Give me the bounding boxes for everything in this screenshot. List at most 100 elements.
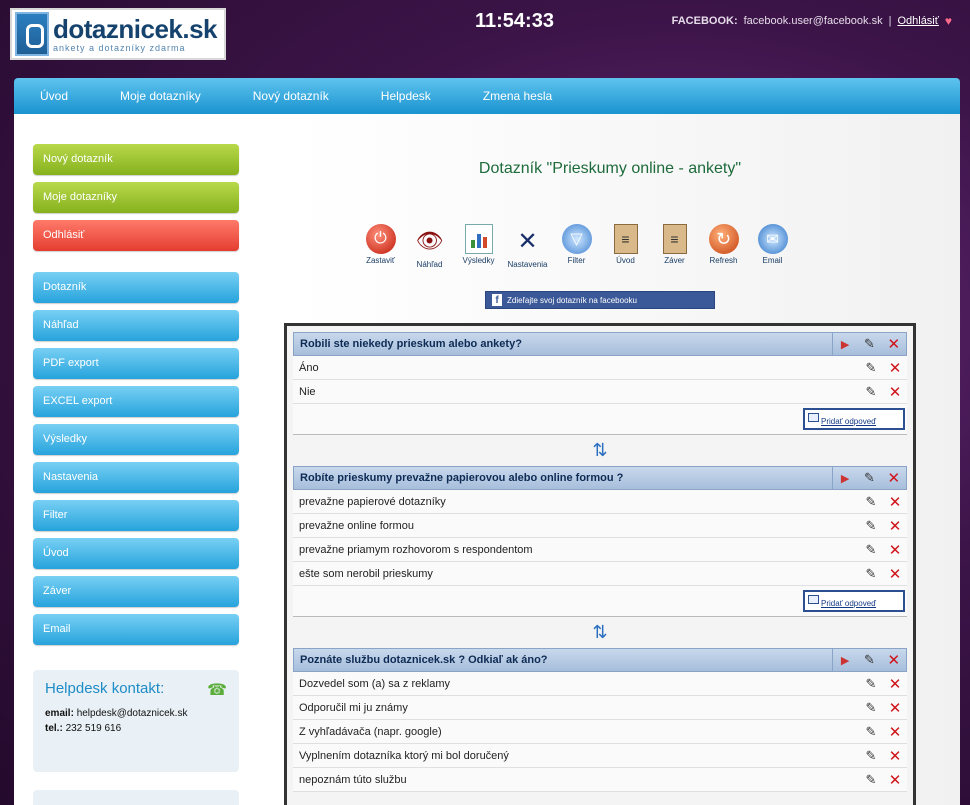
edit-icon[interactable]: ✎	[863, 360, 879, 376]
refresh-icon: ↻	[708, 224, 739, 254]
delete-icon[interactable]: ✕	[886, 652, 902, 669]
nav-item-home[interactable]: Úvod	[40, 89, 68, 103]
delete-icon[interactable]: ✕	[887, 518, 903, 535]
sidebar-item-pdf-export[interactable]: PDF export	[33, 348, 239, 379]
delete-icon[interactable]: ✕	[887, 360, 903, 377]
edit-icon[interactable]: ✎	[863, 676, 879, 692]
question-text: Poznáte službu dotaznicek.sk ? Odkiaľ ak…	[293, 648, 833, 672]
delete-icon[interactable]: ✕	[887, 494, 903, 511]
sidebar-item-new-survey[interactable]: Nový dotazník	[33, 144, 239, 175]
edit-icon[interactable]: ✎	[863, 700, 879, 716]
question-separator: ⇅	[293, 616, 907, 648]
swap-icon[interactable]: ⇅	[592, 440, 607, 461]
facebook-icon: f	[492, 294, 502, 306]
answer-row: ešte som nerobil prieskumy ✎ ✕	[293, 562, 907, 586]
helpdesk-email[interactable]: helpdesk@dotaznicek.sk	[77, 708, 188, 719]
answer-row: nepoznám túto službu ✎ ✕	[293, 768, 907, 792]
delete-icon[interactable]: ✕	[887, 724, 903, 741]
sidebar-item-preview[interactable]: Náhľad	[33, 310, 239, 341]
sidebar-item-logout[interactable]: Odhlásiť	[33, 220, 239, 251]
edit-icon[interactable]: ✎	[863, 494, 879, 510]
nav-item-my-surveys[interactable]: Moje dotazníky	[120, 89, 201, 103]
edit-icon[interactable]: ✎	[861, 336, 877, 352]
sidebar-item-my-surveys[interactable]: Moje dotazníky	[33, 182, 239, 213]
clipboard-icon: ≡	[662, 224, 687, 254]
facebook-share-button[interactable]: f Zdieľajte svoj dotazník na facebooku	[485, 291, 715, 309]
question-separator: ⇅	[293, 434, 907, 466]
intro-button[interactable]: ≡ Úvod	[601, 224, 650, 269]
outro-button[interactable]: ≡ Záver	[650, 224, 699, 269]
answer-row: Z vyhľadávača (napr. google) ✎ ✕	[293, 720, 907, 744]
edit-icon[interactable]: ✎	[863, 772, 879, 788]
stop-button[interactable]: ⏻ Zastaviť	[356, 224, 405, 269]
move-icon[interactable]: ▶	[837, 336, 853, 352]
edit-icon[interactable]: ✎	[863, 518, 879, 534]
answer-text: Dozvedel som (a) sa z reklamy	[299, 677, 450, 690]
settings-button[interactable]: ✕ Nastavenia	[503, 224, 552, 270]
question-list: Robili ste niekedy prieskum alebo ankety…	[284, 323, 916, 805]
add-answer-button[interactable]: Pridať odpoveď	[803, 590, 905, 612]
delete-icon[interactable]: ✕	[886, 470, 902, 487]
answer-text: prevažne online formou	[299, 519, 414, 532]
add-answer-button[interactable]: Pridať odpoveď	[803, 408, 905, 430]
edit-icon[interactable]: ✎	[863, 724, 879, 740]
sidebar-item-survey[interactable]: Dotazník	[33, 272, 239, 303]
edit-icon[interactable]: ✎	[863, 384, 879, 400]
sidebar-item-excel-export[interactable]: EXCEL export	[33, 386, 239, 417]
helpdesk-phone: 232 519 616	[65, 723, 122, 734]
eye-icon: 👁	[415, 228, 444, 253]
results-button[interactable]: Výsledky	[454, 224, 503, 269]
logo-icon	[15, 12, 49, 56]
edit-icon[interactable]: ✎	[863, 542, 879, 558]
sidebar-item-settings[interactable]: Nastavenia	[33, 462, 239, 493]
sidebar-item-results[interactable]: Výsledky	[33, 424, 239, 455]
sidebar-item-filter[interactable]: Filter	[33, 500, 239, 531]
header: dotaznicek.sk ankety a dotazníky zdarma …	[0, 0, 970, 78]
refresh-button[interactable]: ↻ Refresh	[699, 224, 748, 269]
answer-text: ešte som nerobil prieskumy	[299, 567, 433, 580]
answer-text: Z vyhľadávača (napr. google)	[299, 725, 442, 738]
tel-label: tel.:	[45, 723, 63, 734]
answer-text: nepoznám túto službu	[299, 773, 407, 786]
answer-row: prevažne papierové dotazníky ✎ ✕	[293, 490, 907, 514]
delete-icon[interactable]: ✕	[887, 542, 903, 559]
sidebar-box-2	[33, 790, 239, 805]
filter-button[interactable]: ▽ Filter	[552, 224, 601, 269]
move-icon[interactable]: ▶	[837, 652, 853, 668]
delete-icon[interactable]: ✕	[886, 336, 902, 353]
edit-icon[interactable]: ✎	[861, 652, 877, 668]
edit-icon[interactable]: ✎	[863, 566, 879, 582]
delete-icon[interactable]: ✕	[887, 384, 903, 401]
move-icon[interactable]: ▶	[837, 470, 853, 486]
answer-text: prevažne papierové dotazníky	[299, 495, 446, 508]
nav-item-helpdesk[interactable]: Helpdesk	[381, 89, 431, 103]
answer-text: prevažne priamym rozhovorom s respondent…	[299, 543, 533, 556]
answer-row: prevažne online formou ✎ ✕	[293, 514, 907, 538]
delete-icon[interactable]: ✕	[887, 748, 903, 765]
question-text: Robili ste niekedy prieskum alebo ankety…	[293, 332, 833, 356]
logo-name: dotaznicek.sk	[53, 13, 218, 44]
delete-icon[interactable]: ✕	[887, 700, 903, 717]
mail-icon: ✉	[757, 224, 788, 254]
edit-icon[interactable]: ✎	[861, 470, 877, 486]
sidebar-item-email[interactable]: Email	[33, 614, 239, 645]
nav-item-new-survey[interactable]: Nový dotazník	[253, 89, 329, 103]
tools-icon: ✕	[517, 227, 538, 255]
helpdesk-title: Helpdesk kontakt:	[45, 680, 165, 697]
logout-link[interactable]: Odhlásiť	[897, 15, 938, 27]
sidebar-item-outro[interactable]: Záver	[33, 576, 239, 607]
answer-row: Odporučil mi ju známy ✎ ✕	[293, 696, 907, 720]
preview-button[interactable]: 👁 Náhľad	[405, 224, 454, 269]
sidebar: Nový dotazník Moje dotazníky Odhlásiť Do…	[33, 144, 239, 652]
edit-icon[interactable]: ✎	[863, 748, 879, 764]
delete-icon[interactable]: ✕	[887, 676, 903, 693]
swap-icon[interactable]: ⇅	[592, 622, 607, 643]
logo[interactable]: dotaznicek.sk ankety a dotazníky zdarma	[10, 8, 226, 60]
email-button[interactable]: ✉ Email	[748, 224, 797, 269]
page-title: Dotazník "Prieskumy online - ankety"	[478, 160, 742, 177]
sidebar-item-intro[interactable]: Úvod	[33, 538, 239, 569]
delete-icon[interactable]: ✕	[887, 566, 903, 583]
nav-item-change-password[interactable]: Zmena hesla	[483, 89, 552, 103]
facebook-share-label: Zdieľajte svoj dotazník na facebooku	[507, 295, 637, 305]
delete-icon[interactable]: ✕	[887, 772, 903, 789]
